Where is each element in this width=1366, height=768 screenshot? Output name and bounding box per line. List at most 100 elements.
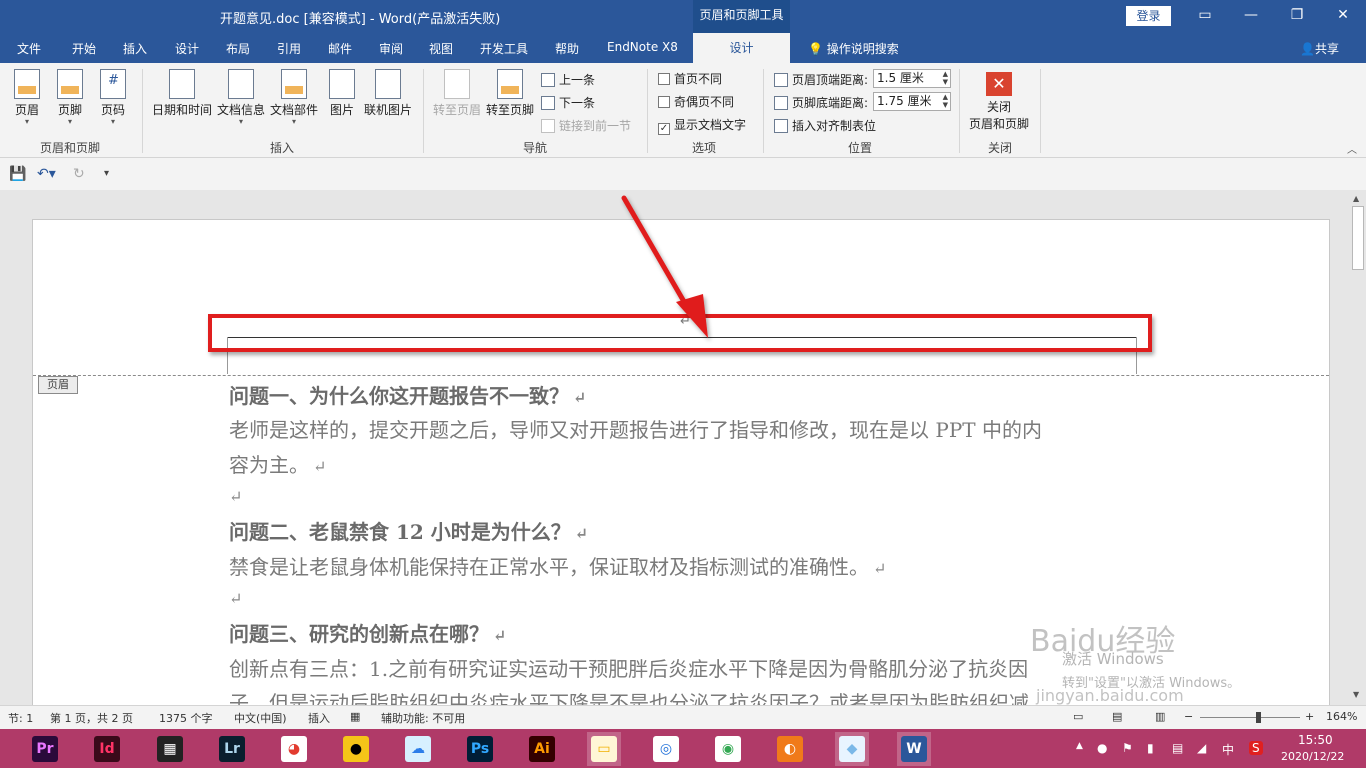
tab-insert[interactable]: 插入 [123, 40, 147, 57]
scroll-thumb[interactable] [1352, 206, 1364, 270]
clock-date[interactable]: 2020/12/22 [1281, 750, 1344, 763]
tab-developer[interactable]: 开发工具 [480, 40, 528, 57]
photoshop-icon[interactable]: Ps [463, 732, 497, 766]
vertical-scrollbar[interactable]: ▲ ▼ [1350, 190, 1366, 705]
paragraph[interactable]: ↵ [229, 585, 242, 609]
illustrator-icon[interactable]: Ai [525, 732, 559, 766]
premiere-icon[interactable]: Pr [28, 732, 62, 766]
docinfo-button[interactable]: 文档信息 ▾ [217, 69, 265, 126]
ime-tray[interactable]: 中 [1222, 741, 1234, 758]
status-word-count[interactable]: 1375 个字 [159, 710, 213, 726]
browser-icon[interactable]: ◎ [649, 732, 683, 766]
tab-design[interactable]: 设计 [175, 40, 199, 57]
web-layout-icon[interactable]: ▥ [1155, 710, 1165, 723]
paragraph[interactable]: 问题一、为什么你这开题报告不一致？ ↵ [229, 380, 586, 409]
zoom-slider-thumb[interactable] [1256, 712, 1261, 723]
customize-qat-icon[interactable]: ▾ [104, 168, 109, 179]
wifi-tray-icon[interactable]: ◢ [1197, 741, 1206, 755]
scroll-up-icon[interactable]: ▲ [1353, 194, 1359, 203]
player-icon[interactable]: ◐ [773, 732, 807, 766]
tab-endnote[interactable]: EndNote X8 [607, 40, 678, 54]
diff-first-page-checkbox[interactable]: 首页不同 [658, 70, 722, 87]
tell-me-search[interactable]: 💡 操作说明搜索 [808, 40, 899, 57]
tray-expand-icon[interactable]: ▲ [1076, 741, 1083, 751]
login-button[interactable]: 登录 [1126, 6, 1171, 26]
restore-button[interactable]: ❐ [1274, 0, 1320, 33]
print-layout-icon[interactable]: ▤ [1112, 710, 1122, 723]
tab-file[interactable]: 文件 [17, 40, 41, 57]
tab-layout[interactable]: 布局 [226, 40, 250, 57]
header-top-distance-input[interactable]: 1.5 厘米 ▲ ▼ [873, 69, 951, 88]
paragraph[interactable]: 禁食是让老鼠身体机能保持在正常水平，保证取材及指标测试的准确性。 ↵ [229, 551, 886, 580]
paragraph[interactable]: 问题二、老鼠禁食 12 小时是为什么？ ↵ [229, 516, 588, 545]
flag-tray-icon[interactable]: ⚑ [1122, 741, 1133, 755]
tab-mailings[interactable]: 邮件 [328, 40, 352, 57]
paragraph[interactable]: ↵ [229, 483, 242, 507]
close-header-footer-button[interactable]: ✕ 关闭 页眉和页脚 [969, 72, 1029, 132]
quickparts-button[interactable]: 文档部件 ▾ [270, 69, 318, 126]
lightroom-icon[interactable]: Lr [215, 732, 249, 766]
minimize-button[interactable]: — [1228, 0, 1274, 33]
insert-align-tab-button[interactable]: 插入对齐制表位 [774, 117, 876, 134]
tab-header-footer-design[interactable]: 设计 [693, 33, 790, 63]
diff-odd-even-checkbox[interactable]: 奇偶页不同 [658, 93, 734, 110]
video-editor-icon[interactable]: ▦ [153, 732, 187, 766]
picture-button[interactable]: 图片 [329, 69, 355, 118]
clock-time[interactable]: 15:50 [1298, 733, 1333, 747]
file-explorer-icon[interactable]: ▭ [587, 732, 621, 766]
network-tray-icon[interactable]: ▤ [1172, 741, 1183, 755]
online-picture-button[interactable]: 联机图片 [364, 69, 412, 118]
word-icon[interactable]: W [897, 732, 931, 766]
show-doc-text-checkbox[interactable]: ✓ 显示文档文字 [658, 116, 746, 135]
paragraph[interactable]: 容为主。 ↵ [229, 449, 326, 478]
notes-app-icon[interactable]: ◆ [835, 732, 869, 766]
previous-button[interactable]: 上一条 [541, 71, 595, 88]
tab-help[interactable]: 帮助 [555, 40, 579, 57]
paragraph[interactable]: 子，但是运动后脂肪组织中炎症水平下降是不是也分泌了抗炎因子？或者是因为脂肪组织减 [229, 687, 1029, 705]
header-button[interactable]: 页眉 ▾ [14, 69, 40, 126]
undo-icon[interactable]: ↶▾ [37, 166, 56, 182]
tab-references[interactable]: 引用 [277, 40, 301, 57]
tab-review[interactable]: 审阅 [379, 40, 403, 57]
zoom-in-button[interactable]: + [1305, 710, 1314, 723]
sogou-ime-icon[interactable]: S [1249, 741, 1263, 755]
ribbon-display-icon[interactable]: ▭ [1182, 0, 1228, 33]
footer-bottom-distance-input[interactable]: 1.75 厘米 ▲ ▼ [873, 92, 951, 111]
zoom-level[interactable]: 164% [1326, 710, 1357, 723]
tab-view[interactable]: 视图 [429, 40, 453, 57]
footer-button[interactable]: 页脚 ▾ [57, 69, 83, 126]
indesign-icon[interactable]: Id [90, 732, 124, 766]
spin-arrows-icon[interactable]: ▲ ▼ [943, 93, 948, 109]
macro-record-icon[interactable]: ▦ [350, 710, 360, 723]
goto-header-button[interactable]: 转至页眉 [433, 69, 481, 118]
status-page[interactable]: 第 1 页，共 2 页 [50, 710, 133, 726]
paragraph[interactable]: 创新点有三点：1.之前有研究证实运动干预肥胖后炎症水平下降是因为骨骼肌分泌了抗炎… [229, 653, 1028, 682]
link-previous-button[interactable]: 链接到前一节 [541, 117, 631, 134]
status-insert-mode[interactable]: 插入 [308, 710, 330, 726]
goto-footer-button[interactable]: 转至页脚 [486, 69, 534, 118]
scroll-down-icon[interactable]: ▼ [1353, 690, 1359, 699]
battery-tray-icon[interactable]: ▮ [1147, 741, 1154, 755]
chrome-icon[interactable]: ◉ [711, 732, 745, 766]
paragraph[interactable]: 老师是这样的，提交开题之后，导师又对开题报告进行了指导和修改，现在是以 PPT … [229, 414, 1042, 443]
close-window-button[interactable]: ✕ [1320, 0, 1366, 33]
status-accessibility[interactable]: 辅助功能: 不可用 [381, 710, 465, 726]
zoom-slider[interactable] [1200, 717, 1300, 718]
status-section[interactable]: 节: 1 [8, 710, 33, 726]
share-button[interactable]: 👤共享 [1300, 40, 1339, 57]
datetime-button[interactable]: 日期和时间 [152, 69, 212, 118]
collapse-ribbon-icon[interactable]: ︿ [1347, 141, 1357, 156]
qq-icon[interactable]: ● [339, 732, 373, 766]
cloud-app-icon[interactable]: ☁ [401, 732, 435, 766]
page-number-button[interactable]: 页码 ▾ [100, 69, 126, 126]
spin-arrows-icon[interactable]: ▲ ▼ [943, 70, 948, 86]
qq-tray-icon[interactable]: ● [1097, 741, 1107, 755]
read-mode-icon[interactable]: ▭ [1073, 710, 1083, 723]
tab-home[interactable]: 开始 [72, 40, 96, 57]
status-language[interactable]: 中文(中国) [234, 710, 287, 726]
save-icon[interactable]: 💾 [9, 166, 26, 182]
app-pie-icon[interactable]: ◕ [277, 732, 311, 766]
paragraph[interactable]: 问题三、研究的创新点在哪？ ↵ [229, 618, 506, 647]
next-button[interactable]: 下一条 [541, 94, 595, 111]
zoom-out-button[interactable]: − [1184, 710, 1193, 723]
